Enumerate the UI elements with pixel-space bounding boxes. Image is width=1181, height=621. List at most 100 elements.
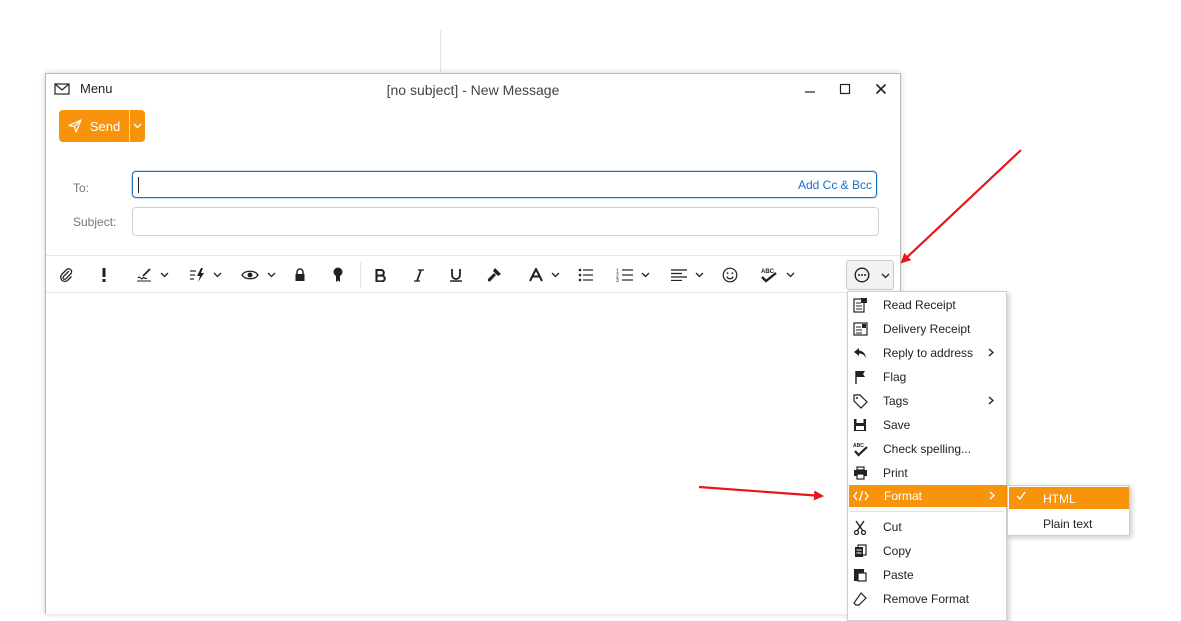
priority-button[interactable] [96, 256, 112, 294]
menu-separator [850, 511, 1004, 512]
subject-input[interactable] [132, 207, 879, 236]
chevron-down-icon [133, 123, 142, 129]
menu-item-label: Delivery Receipt [883, 322, 971, 336]
spell-check-button[interactable]: ABC [756, 256, 798, 294]
chevron-down-icon [881, 273, 890, 279]
align-button[interactable] [666, 256, 708, 294]
add-cc-bcc-link[interactable]: Add Cc & Bcc [798, 178, 872, 192]
menu-item-label: Paste [883, 568, 914, 582]
annotation-arrow-more-options [900, 149, 1022, 264]
print-icon [853, 466, 867, 480]
menu-item-check-spelling[interactable]: ABC Check spelling... [848, 438, 1006, 460]
encrypt-button[interactable] [292, 256, 308, 294]
compose-window: Menu [no subject] - New Message Send To:… [45, 73, 901, 614]
chevron-down-icon [160, 272, 168, 278]
format-option-plain-text[interactable]: Plain text [1009, 512, 1129, 534]
menu-item-label: Copy [883, 544, 912, 558]
menu-item-cut[interactable]: Cut [848, 516, 1006, 538]
menu-item-delivery-receipt[interactable]: Delivery Receipt [848, 318, 1006, 340]
more-options-button[interactable] [846, 260, 894, 290]
close-icon [875, 83, 887, 95]
svg-text:ABC: ABC [853, 443, 864, 449]
menu-item-tags[interactable]: Tags [848, 390, 1006, 412]
format-painter-button[interactable] [484, 256, 504, 294]
menu-item-print[interactable]: Print [848, 462, 1006, 484]
delivery-receipt-icon [852, 322, 868, 336]
title-bar: Menu [no subject] - New Message [46, 74, 900, 106]
lock-icon [295, 268, 305, 281]
emoji-icon [722, 267, 738, 283]
copy-icon [854, 544, 867, 557]
to-label: To: [73, 181, 90, 195]
signature-button[interactable] [132, 256, 172, 294]
menu-item-label: Tags [883, 394, 909, 408]
bullet-list-button[interactable] [576, 256, 596, 294]
chevron-down-icon [267, 272, 275, 278]
italic-icon [414, 268, 424, 282]
preview-button[interactable] [238, 256, 278, 294]
format-submenu: HTML Plain text [1007, 485, 1130, 536]
numbered-list-icon: 123 [616, 269, 633, 282]
toolbar-separator [360, 262, 361, 288]
underline-icon [450, 269, 462, 282]
menu-item-label: Save [883, 418, 911, 432]
menu-item-flag[interactable]: Flag [848, 366, 1006, 388]
chevron-down-icon [695, 272, 703, 278]
paperclip-icon [60, 268, 73, 283]
menu-item-label: Check spelling... [883, 442, 972, 456]
menu-item-copy[interactable]: Copy [848, 540, 1006, 562]
bold-button[interactable] [371, 256, 389, 294]
format-option-html[interactable]: HTML [1009, 487, 1129, 509]
menu-item-read-receipt[interactable]: Read Receipt [848, 294, 1006, 316]
tag-icon [852, 393, 868, 409]
format-painter-icon [487, 268, 501, 282]
attach-button[interactable] [56, 256, 76, 294]
maximize-icon [839, 83, 851, 95]
menu-item-label: Cut [883, 520, 902, 534]
font-button[interactable] [524, 256, 564, 294]
flag-icon [855, 371, 865, 384]
chevron-down-icon [213, 272, 221, 278]
menu-item-label: Flag [883, 370, 907, 384]
signature-icon [136, 268, 151, 282]
menu-item-paste[interactable]: Paste [848, 564, 1006, 586]
underline-button[interactable] [447, 256, 465, 294]
sign-button[interactable] [330, 256, 346, 294]
menu-item-reply-to-address[interactable]: Reply to address [848, 342, 1006, 364]
minimize-button[interactable] [797, 79, 823, 99]
menu-item-label: Reply to address [883, 346, 974, 360]
format-toolbar: 123 ABC [46, 255, 900, 293]
format-option-label: Plain text [1043, 517, 1093, 531]
chevron-right-icon [989, 491, 996, 500]
chevron-right-icon [988, 396, 995, 405]
message-body[interactable] [46, 294, 900, 614]
background-divider [440, 30, 441, 74]
save-icon [854, 419, 866, 431]
send-options-button[interactable] [129, 110, 145, 142]
svg-text:3: 3 [616, 278, 619, 282]
send-label: Send [89, 118, 121, 134]
window-title: [no subject] - New Message [386, 82, 560, 98]
checkmark-icon [1016, 491, 1026, 500]
priority-icon [102, 268, 106, 282]
certificate-icon [333, 267, 343, 282]
emoji-button[interactable] [720, 256, 740, 294]
quick-text-icon [189, 268, 204, 282]
numbered-list-button[interactable]: 123 [612, 256, 654, 294]
close-button[interactable] [868, 79, 894, 99]
to-input[interactable]: Add Cc & Bcc [132, 171, 877, 198]
maximize-button[interactable] [832, 79, 858, 99]
chevron-right-icon [988, 348, 995, 357]
bold-icon [374, 268, 386, 282]
code-icon [853, 490, 869, 502]
menu-item-format[interactable]: Format [849, 485, 1007, 507]
bullet-list-icon [578, 268, 593, 282]
reply-icon [854, 348, 866, 358]
italic-button[interactable] [410, 256, 428, 294]
menu-item-remove-format[interactable]: Remove Format [848, 588, 1006, 610]
paste-icon [854, 569, 867, 582]
menu-item-save[interactable]: Save [848, 414, 1006, 436]
quick-text-button[interactable] [185, 256, 225, 294]
send-button[interactable]: Send [59, 110, 129, 142]
svg-text:ABC: ABC [761, 269, 775, 275]
